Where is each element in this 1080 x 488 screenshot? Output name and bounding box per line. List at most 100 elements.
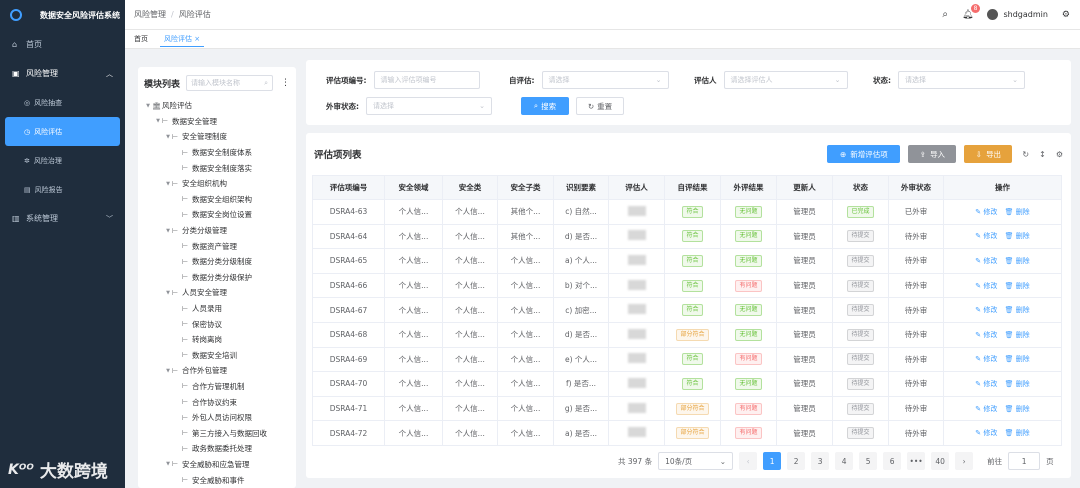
tree-node[interactable]: ▼ 🏛︎ 风险评估 (138, 98, 296, 114)
caret-down-icon[interactable]: ▼ (154, 118, 162, 124)
settings-icon[interactable]: ⚙ (1056, 150, 1063, 159)
caret-down-icon[interactable]: ▼ (144, 103, 152, 109)
tree-node[interactable]: ⊢ 转岗离岗 (138, 332, 296, 348)
page-button[interactable]: 4 (835, 452, 854, 470)
page-button[interactable]: 1 (763, 452, 782, 470)
user-menu[interactable]: shdgadmin (987, 9, 1048, 20)
tree-node[interactable]: ⊢ 外包人员访问权限 (138, 410, 296, 426)
edit-link[interactable]: ✎ 修改 (975, 355, 997, 363)
tree-node[interactable]: ▼ ⊢ 安全威胁和应急管理 (138, 457, 296, 473)
caret-down-icon[interactable]: ▼ (164, 368, 172, 374)
tag-home[interactable]: 首页 (134, 34, 148, 44)
tree-search-input[interactable]: 请输入模块名称 ⌕ (186, 75, 273, 91)
page-button[interactable]: 40 (931, 452, 950, 470)
caret-down-icon[interactable]: ▼ (164, 290, 172, 296)
table-row[interactable]: DSRA4-63 个人信... 个人信... 其他个... c) 自然... 符合 无问题管… (312, 199, 1062, 225)
goto-page-input[interactable]: 1 (1008, 452, 1041, 470)
tree-node[interactable]: ⊢ 合作协议约束 (138, 394, 296, 410)
import-button[interactable]: ⇪ 导入 (908, 145, 957, 163)
page-button[interactable]: ••• (907, 452, 926, 470)
delete-link[interactable]: 🗑︎ 删除 (1005, 355, 1030, 363)
table-row[interactable]: DSRA4-69 个人信... 个人信... 个人信... e) 个人... 符合 有问题管… (312, 346, 1062, 373)
tree-node[interactable]: ⊢ 数据安全组织架构 (138, 192, 296, 208)
tree-node[interactable]: ⊢ 第三方接入与数据回收 (138, 425, 296, 441)
ext-select[interactable]: 请选择 ⌄ (366, 97, 492, 115)
code-input[interactable]: 请输入评估项编号 (373, 71, 480, 89)
tree-node[interactable]: ▼ ⊢ 安全组织机构 (138, 176, 296, 192)
page-button[interactable]: 5 (859, 452, 878, 470)
table-row[interactable]: DSRA4-65 个人信... 个人信... 个人信... a) 个人... 符合 无问题管… (312, 248, 1062, 274)
menu-risk-check[interactable]: ◎ 风险抽查 (0, 88, 125, 117)
tree-node[interactable]: ⊢ 合作方管理机制 (138, 379, 296, 395)
bell-icon[interactable]: 🔔︎ 8 (962, 3, 981, 20)
menu-risk-mgmt[interactable]: ▣ 风险管理 ︿ (0, 59, 125, 88)
edit-link[interactable]: ✎ 修改 (975, 282, 997, 290)
tree-node[interactable]: ⊢ 数据安全岗位设置 (138, 207, 296, 223)
menu-home[interactable]: ⌂ 首页 (0, 30, 125, 59)
prev-page-button[interactable]: ‹ (739, 452, 758, 470)
tree-node[interactable]: ⊢ 数据安全培训 (138, 348, 296, 364)
column-height-icon[interactable]: ↕ (1039, 150, 1046, 159)
tree-node[interactable]: ▼ ⊢ 人员安全管理 (138, 285, 296, 301)
search-button[interactable]: ⌕ 搜索 (521, 97, 569, 115)
table-row[interactable]: DSRA4-66 个人信... 个人信... 个人信... b) 对个... 符合 有问题管… (312, 272, 1062, 299)
page-size-select[interactable]: 10条/页 ⌄ (658, 452, 734, 470)
delete-link[interactable]: 🗑︎ 删除 (1005, 257, 1030, 265)
edit-link[interactable]: ✎ 修改 (975, 331, 997, 339)
edit-link[interactable]: ✎ 修改 (975, 232, 997, 240)
tree-node[interactable]: ▼ ⊢ 分类分级管理 (138, 223, 296, 239)
self-select[interactable]: 请选择 ⌄ (541, 71, 669, 89)
add-item-button[interactable]: ⊕ 新增评估项 (827, 145, 901, 163)
next-page-button[interactable]: › (955, 452, 974, 470)
edit-link[interactable]: ✎ 修改 (975, 306, 997, 314)
export-button[interactable]: ⇩ 导出 (964, 145, 1013, 163)
assessor-select[interactable]: 请选择评估人 ⌄ (723, 71, 848, 89)
status-select[interactable]: 请选择 ⌄ (898, 71, 1025, 89)
caret-down-icon[interactable]: ▼ (164, 461, 172, 467)
search-icon[interactable]: ⌕ (264, 79, 268, 88)
tree-node[interactable]: ▼ ⊢ 安全管理制度 (138, 129, 296, 145)
table-row[interactable]: DSRA4-71 个人信... 个人信... 个人信... g) 是否... 部分符合 有问… (312, 395, 1062, 422)
edit-link[interactable]: ✎ 修改 (975, 380, 997, 388)
menu-sys-mgmt[interactable]: ▥ 系统管理 ﹀ (0, 204, 125, 233)
breadcrumb-item[interactable]: 风险管理 (134, 10, 166, 19)
search-icon[interactable]: ⌕ (942, 9, 948, 20)
caret-down-icon[interactable]: ▼ (164, 228, 172, 234)
delete-link[interactable]: 🗑︎ 删除 (1005, 380, 1030, 388)
delete-link[interactable]: 🗑︎ 删除 (1005, 232, 1030, 240)
edit-link[interactable]: ✎ 修改 (975, 429, 997, 437)
page-button[interactable]: 2 (787, 452, 806, 470)
table-row[interactable]: DSRA4-64 个人信... 个人信... 其他个... d) 是否... 符合 无问题管… (312, 223, 1062, 250)
delete-link[interactable]: 🗑︎ 删除 (1005, 306, 1030, 314)
tree-node[interactable]: ⊢ 安全威胁和事件 (138, 472, 296, 488)
table-row[interactable]: DSRA4-68 个人信... 个人信... 个人信... d) 是否... 部分符合 无问… (312, 321, 1062, 348)
tree-node[interactable]: ⊢ 人员录用 (138, 301, 296, 317)
tree-node[interactable]: ⊢ 数据安全制度体系 (138, 145, 296, 161)
delete-link[interactable]: 🗑︎ 删除 (1005, 331, 1030, 339)
refresh-icon[interactable]: ↻ (1022, 150, 1029, 159)
tree-node[interactable]: ⊢ 政务数据委托处理 (138, 441, 296, 457)
delete-link[interactable]: 🗑︎ 删除 (1005, 429, 1030, 437)
tree-node[interactable]: ⊢ 数据分类分级制度 (138, 254, 296, 270)
table-row[interactable]: DSRA4-72 个人信... 个人信... 个人信... a) 是否... 部分符合 有问… (312, 420, 1062, 446)
menu-risk-report[interactable]: ▤ 风险报告 (0, 175, 125, 204)
tree-node[interactable]: ▼ ⊢ 合作外包管理 (138, 363, 296, 379)
page-button[interactable]: 6 (883, 452, 902, 470)
menu-risk-assess[interactable]: ◷ 风险评估 (5, 117, 120, 146)
edit-link[interactable]: ✎ 修改 (975, 208, 997, 216)
tree-node[interactable]: ⊢ 数据安全制度落实 (138, 160, 296, 176)
table-row[interactable]: DSRA4-70 个人信... 个人信... 个人信... f) 是否... 符合 无问题管… (312, 371, 1062, 397)
caret-down-icon[interactable]: ▼ (164, 134, 172, 140)
settings-icon[interactable]: ⚙ (1062, 10, 1070, 20)
page-button[interactable]: 3 (811, 452, 830, 470)
table-row[interactable]: DSRA4-67 个人信... 个人信... 个人信... c) 加密... 符合 无问题管… (312, 297, 1062, 323)
delete-link[interactable]: 🗑︎ 删除 (1005, 282, 1030, 290)
tree-node[interactable]: ⊢ 保密协议 (138, 316, 296, 332)
delete-link[interactable]: 🗑︎ 删除 (1005, 405, 1030, 413)
reset-button[interactable]: ↻ 重置 (576, 97, 624, 115)
menu-risk-govern[interactable]: ✲ 风险治理 (0, 146, 125, 175)
tree-node[interactable]: ▼ ⊢ 数据安全管理 (138, 114, 296, 130)
delete-link[interactable]: 🗑︎ 删除 (1005, 208, 1030, 216)
tree-node[interactable]: ⊢ 数据资产管理 (138, 238, 296, 254)
tree-node[interactable]: ⊢ 数据分类分级保护 (138, 270, 296, 286)
